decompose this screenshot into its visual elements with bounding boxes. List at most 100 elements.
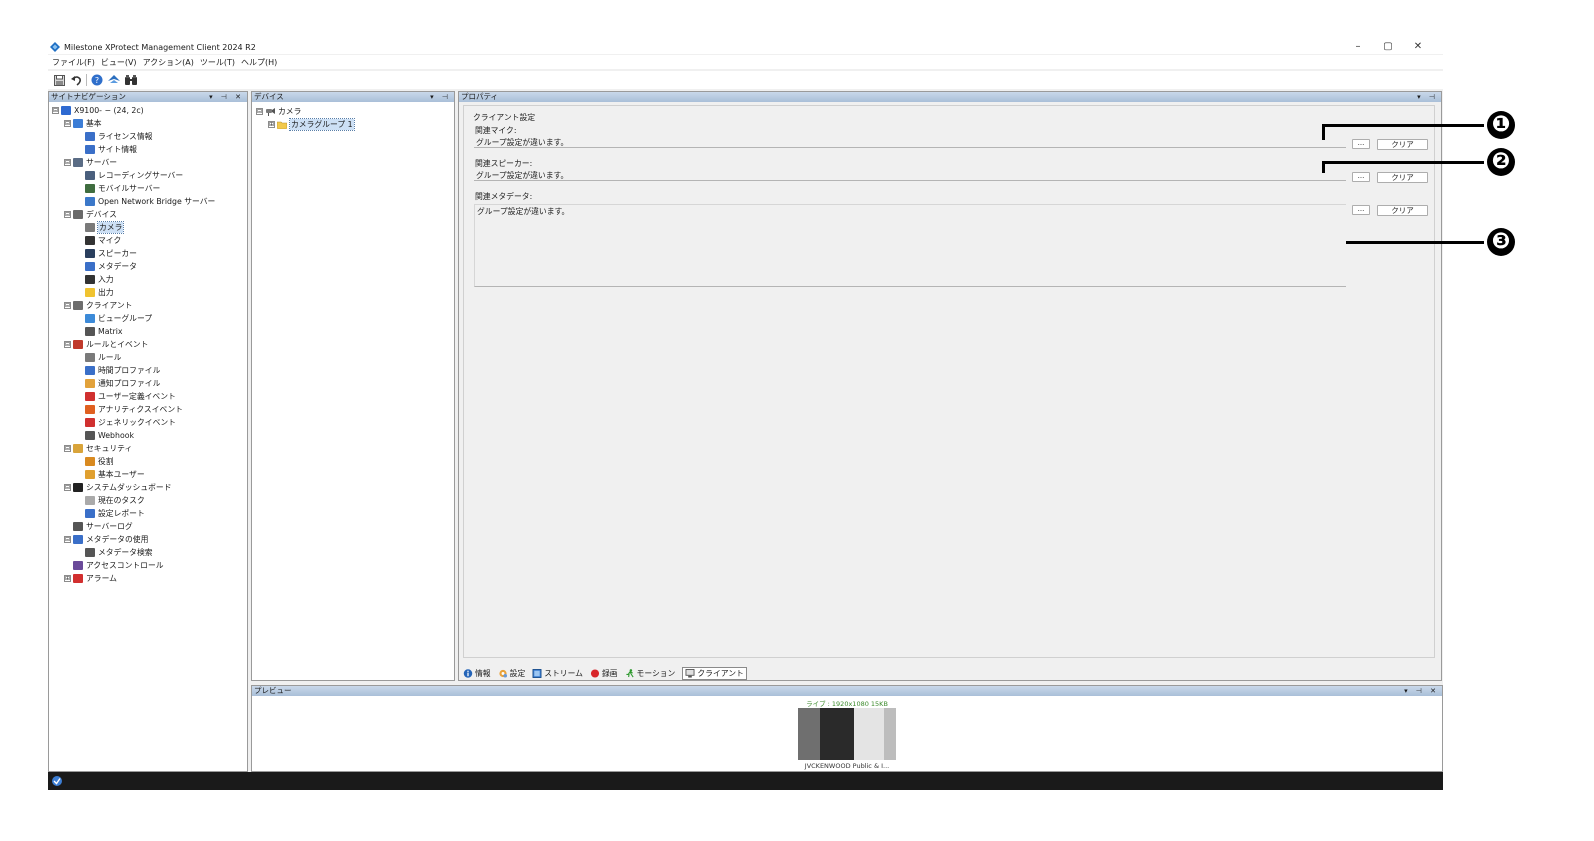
expand-toggle[interactable]: ⊟ xyxy=(64,302,71,309)
sidebar-item[interactable]: ⊟ ルールとイベント xyxy=(64,338,148,351)
sidebar-item[interactable]: ⊟ X9100- − (24, 2c) xyxy=(52,104,144,117)
pane-controls[interactable]: ▾ ⊣ xyxy=(1417,92,1438,102)
tab-settings[interactable]: 設定 xyxy=(498,668,525,679)
tab-info[interactable]: 情報 xyxy=(463,668,491,679)
help-icon[interactable]: ? xyxy=(90,73,104,87)
sidebar-item[interactable]: 基本ユーザー xyxy=(76,468,145,481)
book-icon xyxy=(73,119,83,128)
menu-help[interactable]: ヘルプ(H) xyxy=(238,57,280,68)
sidebar-item[interactable]: ルール xyxy=(76,351,121,364)
sidebar-item-label: 基本ユーザー xyxy=(98,470,145,479)
sidebar-item[interactable]: ⊞ アラーム xyxy=(64,572,117,585)
sidebar-item[interactable]: サーバーログ xyxy=(64,520,133,533)
expand-toggle[interactable]: ⊟ xyxy=(64,341,71,348)
role-icon xyxy=(85,457,95,466)
sidebar-item[interactable]: Open Network Bridge サーバー xyxy=(76,195,215,208)
report-icon xyxy=(85,509,95,518)
related-speaker-field[interactable]: グループ設定が違います。 xyxy=(474,171,1346,181)
mic-icon xyxy=(85,236,95,245)
sidebar-item[interactable]: ライセンス情報 xyxy=(76,130,152,143)
sidebar-item[interactable]: ⊟ クライアント xyxy=(64,299,132,312)
sidebar-item[interactable]: 役割 xyxy=(76,455,114,468)
close-button[interactable]: ✕ xyxy=(1403,40,1433,54)
sidebar-item[interactable]: 出力 xyxy=(76,286,114,299)
sidebar-item[interactable]: 現在のタスク xyxy=(76,494,145,507)
sidebar-item[interactable]: サイト情報 xyxy=(76,143,137,156)
related-mic-clear-button[interactable]: クリア xyxy=(1377,139,1428,150)
sidebar-item-label: レコーディングサーバー xyxy=(98,171,184,180)
menu-view[interactable]: ビュー(V) xyxy=(98,57,140,68)
sidebar-item[interactable]: ⊟ メタデータの使用 xyxy=(64,533,148,546)
tab-motion[interactable]: モーション xyxy=(625,668,676,679)
sidebar-item[interactable]: ⊟ デバイス xyxy=(64,208,117,221)
access-icon xyxy=(73,561,83,570)
menu-file[interactable]: ファイル(F) xyxy=(48,57,98,68)
restore-button[interactable]: ▢ xyxy=(1373,40,1403,54)
sidebar-item-label: モバイルサーバー xyxy=(98,184,161,193)
sidebar-item[interactable]: ジェネリックイベント xyxy=(76,416,176,429)
related-mic-field[interactable]: グループ設定が違います。 xyxy=(474,138,1346,148)
menu-tools[interactable]: ツール(T) xyxy=(197,57,238,68)
sidebar-item[interactable]: マイク xyxy=(76,234,121,247)
related-metadata-field[interactable]: グループ設定が違います。 xyxy=(474,204,1346,287)
expand-toggle[interactable]: ⊟ xyxy=(64,536,71,543)
sidebar-item[interactable]: アナリティクスイベント xyxy=(76,403,183,416)
sidebar-item[interactable]: ユーザー定義イベント xyxy=(76,390,176,403)
sidebar-item[interactable]: モバイルサーバー xyxy=(76,182,160,195)
sidebar-item-label: カメラ xyxy=(96,221,125,234)
related-metadata-clear-button[interactable]: クリア xyxy=(1377,205,1428,216)
sidebar-item[interactable]: レコーディングサーバー xyxy=(76,169,183,182)
related-mic-browse-button[interactable]: ... xyxy=(1352,139,1370,149)
tree-item-cameras-root[interactable]: ⊟ カメラ xyxy=(256,105,301,118)
tree-item-camera-group[interactable]: ⊞ カメラグループ 1 xyxy=(268,118,355,131)
tab-label: モーション xyxy=(636,668,676,678)
expand-toggle[interactable]: ⊟ xyxy=(64,211,71,218)
sidebar-item[interactable]: 入力 xyxy=(76,273,114,286)
settings-icon xyxy=(498,669,507,678)
sidebar-item[interactable]: 通知プロファイル xyxy=(76,377,160,390)
expand-toggle[interactable]: ⊞ xyxy=(268,121,275,128)
sidebar-item[interactable]: スピーカー xyxy=(76,247,137,260)
pane-controls[interactable]: ▾ ⊣ ✕ xyxy=(1404,686,1439,696)
expand-toggle[interactable]: ⊟ xyxy=(256,108,263,115)
sidebar-item[interactable]: メタデータ xyxy=(76,260,137,273)
expand-toggle[interactable]: ⊟ xyxy=(64,159,71,166)
expand-toggle[interactable]: ⊟ xyxy=(64,120,71,127)
related-speaker-clear-button[interactable]: クリア xyxy=(1377,172,1428,183)
sidebar-item[interactable]: ビューグループ xyxy=(76,312,152,325)
sidebar-item[interactable]: Matrix xyxy=(76,325,123,338)
tab-client[interactable]: クライアント xyxy=(682,666,747,680)
sidebar-item[interactable]: ⊟ 基本 xyxy=(64,117,102,130)
sidebar-item[interactable]: メタデータ検索 xyxy=(76,546,153,559)
client-settings-heading: クライアント設定 xyxy=(473,113,536,122)
meta-icon xyxy=(85,262,95,271)
connect-icon[interactable] xyxy=(107,73,121,87)
pane-controls[interactable]: ▾ ⊣ xyxy=(430,92,451,102)
pane-controls[interactable]: ▾ ⊣ ✕ xyxy=(209,92,244,102)
sidebar-item[interactable]: 設定レポート xyxy=(76,507,145,520)
tab-stream[interactable]: ストリーム xyxy=(532,668,583,679)
sidebar-item[interactable]: カメラ xyxy=(76,221,125,234)
sidebar-item[interactable]: ⊟ サーバー xyxy=(64,156,117,169)
sidebar-item[interactable]: ⊟ システムダッシュボード xyxy=(64,481,172,494)
expand-toggle[interactable]: ⊞ xyxy=(64,575,71,582)
menu-action[interactable]: アクション(A) xyxy=(140,57,197,68)
expand-toggle[interactable]: ⊟ xyxy=(64,445,71,452)
expand-toggle[interactable]: ⊟ xyxy=(52,107,59,114)
undo-icon[interactable] xyxy=(69,73,83,87)
expand-toggle[interactable]: ⊟ xyxy=(64,484,71,491)
sidebar-item[interactable]: アクセスコントロール xyxy=(64,559,164,572)
sidebar-item[interactable]: ⊟ セキュリティ xyxy=(64,442,132,455)
sidebar-item-label: 役割 xyxy=(98,457,114,466)
camera-preview-thumbnail[interactable] xyxy=(798,708,896,760)
sidebar-item[interactable]: Webhook xyxy=(76,429,134,442)
find-icon[interactable] xyxy=(124,73,138,87)
save-icon[interactable] xyxy=(52,73,66,87)
minimize-button[interactable]: – xyxy=(1343,40,1373,54)
tab-record[interactable]: 録画 xyxy=(590,668,618,679)
related-speaker-browse-button[interactable]: ... xyxy=(1352,172,1370,182)
related-metadata-browse-button[interactable]: ... xyxy=(1352,205,1370,215)
sidebar-item[interactable]: 時間プロファイル xyxy=(76,364,160,377)
